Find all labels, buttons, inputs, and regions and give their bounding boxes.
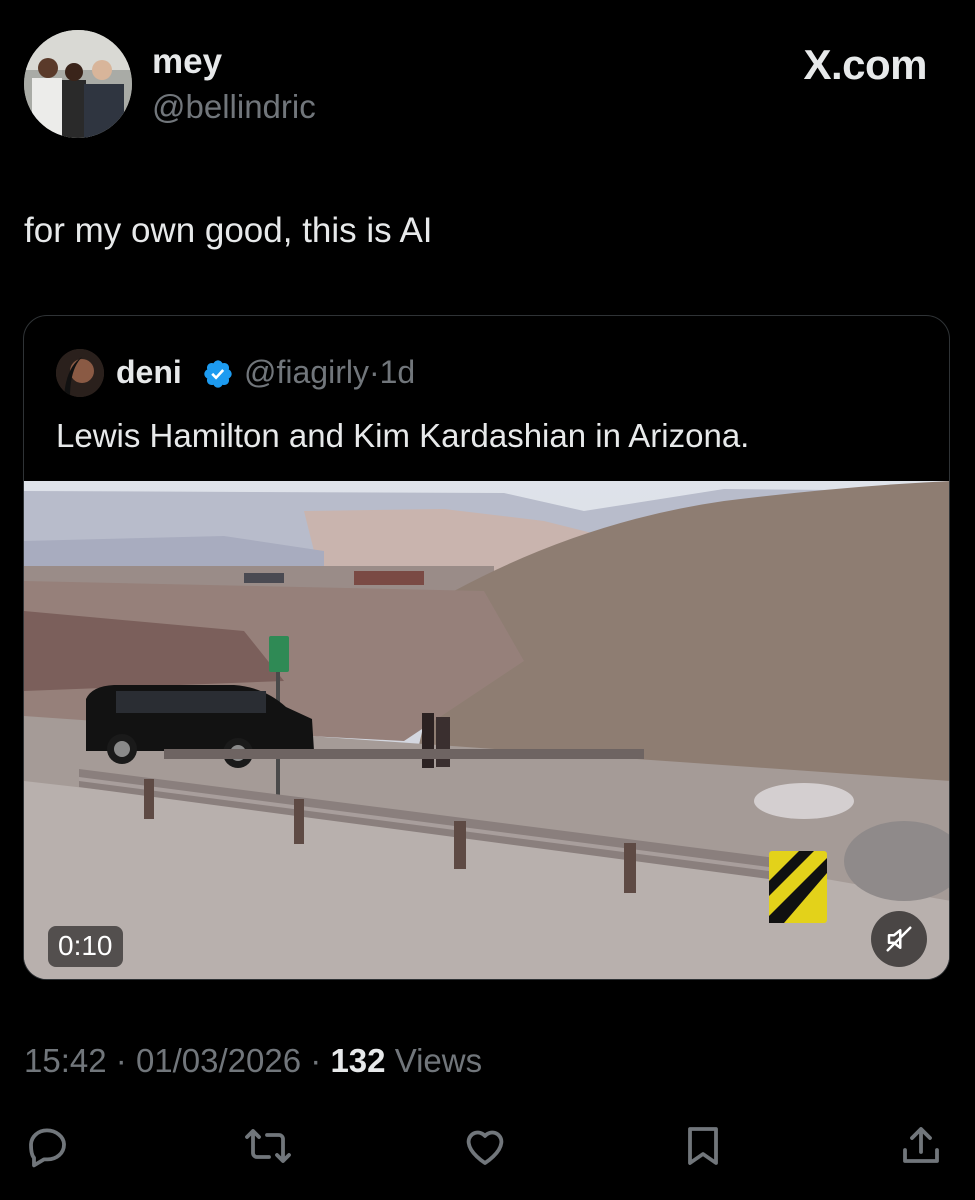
views-count: 132 xyxy=(330,1042,386,1079)
views-label: Views xyxy=(394,1042,483,1079)
repost-icon xyxy=(245,1129,291,1163)
quoted-post-age: 1d xyxy=(379,354,416,390)
quoted-post-text: Lewis Hamilton and Kim Kardashian in Ari… xyxy=(56,417,750,454)
hazard-marker xyxy=(769,851,827,923)
site-label: X.com xyxy=(803,41,927,88)
post-time[interactable]: 15:42 xyxy=(24,1042,107,1079)
post-date[interactable]: 01/03/2026 xyxy=(136,1042,301,1079)
meta-separator: · xyxy=(310,1042,322,1079)
meta-separator: · xyxy=(115,1042,127,1079)
quoted-author-avatar[interactable] xyxy=(56,349,104,397)
quoted-post-card[interactable]: deni @fiagirly·1d Lewis Hamilton and Kim… xyxy=(23,315,950,980)
video-player[interactable]: 0:10 xyxy=(24,481,949,979)
like-button[interactable] xyxy=(457,1118,513,1174)
author-handle[interactable]: @bellindric xyxy=(152,90,316,123)
meta-separator: · xyxy=(368,354,380,390)
speaker-muted-icon xyxy=(886,926,912,952)
reply-icon xyxy=(29,1128,66,1168)
action-bar xyxy=(0,1118,975,1174)
reply-button[interactable] xyxy=(20,1118,76,1174)
bookmark-button[interactable] xyxy=(675,1118,731,1174)
verified-badge-icon xyxy=(202,358,234,390)
quoted-author-meta[interactable]: @fiagirly·1d xyxy=(244,356,415,388)
share-button[interactable] xyxy=(893,1118,949,1174)
author-name[interactable]: mey xyxy=(152,44,222,79)
video-thumbnail xyxy=(24,481,949,979)
post-meta: 15:42 · 01/03/2026 · 132 Views xyxy=(24,1042,483,1079)
quoted-author-handle[interactable]: @fiagirly xyxy=(244,354,369,390)
mute-button[interactable] xyxy=(871,911,927,967)
quoted-author-name[interactable]: deni xyxy=(116,356,182,388)
bookmark-icon xyxy=(688,1127,718,1165)
repost-button[interactable] xyxy=(240,1118,296,1174)
author-avatar[interactable] xyxy=(24,30,132,138)
video-duration: 0:10 xyxy=(48,926,123,967)
share-icon xyxy=(903,1127,939,1163)
like-icon xyxy=(466,1130,504,1165)
post-text: for my own good, this is AI xyxy=(24,211,433,250)
